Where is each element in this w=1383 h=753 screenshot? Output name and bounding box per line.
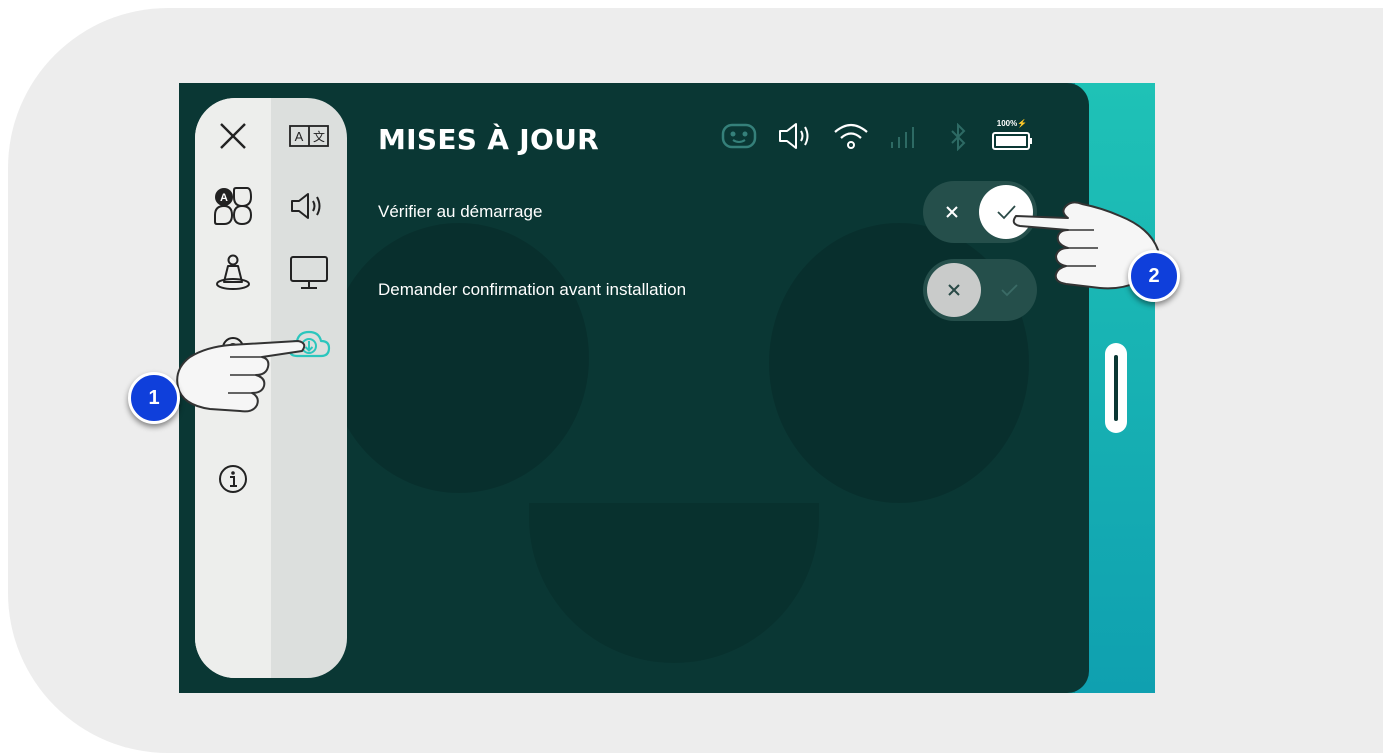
svg-text:A: A (295, 129, 304, 144)
bluetooth-icon (949, 123, 967, 151)
battery-icon (992, 132, 1032, 150)
charging-bolt-icon: ⚡ (1017, 119, 1028, 128)
battery-indicator: 100%⚡ (991, 119, 1033, 151)
battery-percentage: 100% (996, 119, 1018, 128)
close-small-icon (948, 284, 960, 296)
language-button[interactable]: A 文 (279, 111, 339, 161)
pointing-hand-icon (176, 340, 306, 413)
language-icon: A 文 (289, 125, 329, 147)
setting-label-confirm-before-install: Demander confirmation avant installation (378, 280, 687, 299)
toggle-knob-off (927, 263, 981, 317)
device-frame: A 文 A MISES À JOUR 100%⚡ Vérifier au dém… (179, 83, 1155, 693)
background-face-mouth (529, 503, 819, 663)
scroll-handle[interactable] (1105, 343, 1127, 433)
close-button[interactable] (203, 111, 263, 161)
background-face-eye-left (329, 223, 589, 493)
pawn-button[interactable] (203, 248, 263, 298)
volume-icon (291, 193, 321, 219)
step-badge-2: 2 (1128, 250, 1180, 302)
wifi-icon (833, 120, 869, 152)
page-title: MISES À JOUR (378, 123, 600, 156)
pawn-icon (216, 254, 250, 290)
volume-button[interactable] (279, 181, 339, 231)
toggle-off-icon (923, 181, 980, 243)
display-icon (290, 256, 328, 289)
svg-text:文: 文 (313, 129, 325, 144)
setting-label-check-on-startup: Vérifier au démarrage (378, 202, 543, 221)
display-button[interactable] (279, 248, 339, 298)
speaker-icon (777, 121, 817, 151)
info-button[interactable] (203, 454, 263, 504)
signal-bars-icon (889, 125, 915, 149)
info-icon (219, 465, 247, 493)
svg-text:A: A (220, 192, 228, 204)
close-icon (220, 123, 246, 149)
apps-icon: A (214, 187, 253, 226)
step-badge-1: 1 (128, 372, 180, 424)
robot-face-icon (721, 123, 757, 149)
apps-button[interactable]: A (203, 181, 263, 231)
